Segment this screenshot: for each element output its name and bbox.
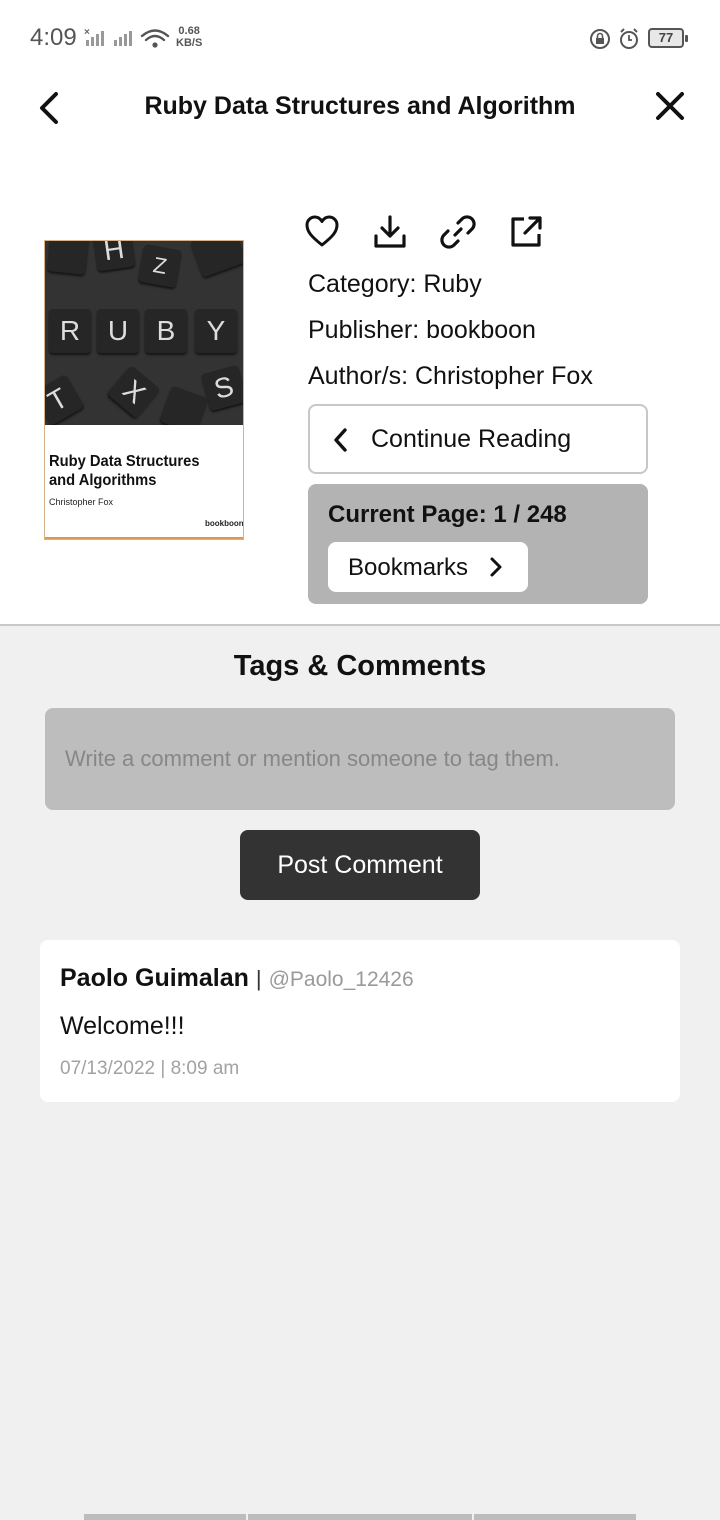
close-button[interactable] <box>646 86 694 130</box>
back-button[interactable] <box>30 86 70 130</box>
svg-text:×: × <box>84 27 90 38</box>
open-external-button[interactable] <box>506 210 546 254</box>
status-time: 4:09 <box>30 24 77 51</box>
chevron-left-icon <box>40 92 58 124</box>
cover-tile: S <box>200 364 243 412</box>
cover-tile: T <box>45 374 84 426</box>
comment-author-handle[interactable]: @Paolo_12426 <box>269 968 414 991</box>
cover-tile: Y <box>195 309 237 353</box>
comment-author: Paolo Guimalan | @Paolo_12426 <box>60 964 414 993</box>
continue-reading-label: Continue Reading <box>371 425 572 453</box>
cover-author: Christopher Fox <box>49 497 114 507</box>
nav-bar-segment <box>248 1514 472 1520</box>
heart-icon <box>305 215 339 247</box>
comment-input[interactable] <box>45 708 675 810</box>
external-link-icon <box>511 216 542 247</box>
cover-tile: H <box>92 241 136 272</box>
cover-tile: X <box>107 365 161 419</box>
comment-separator: | <box>255 966 262 991</box>
network-speed: 0.68 KB/S <box>176 25 203 49</box>
page-title: Ruby Data Structures and Algorithm <box>144 92 576 120</box>
favorite-button[interactable] <box>302 210 342 254</box>
reading-progress-box: Current Page: 1 / 248 Bookmarks <box>308 484 648 604</box>
signal-icons: × <box>84 27 170 48</box>
section-title: Tags & Comments <box>233 650 487 682</box>
section-divider <box>0 624 720 626</box>
book-category: Category: Ruby <box>308 270 482 298</box>
nav-bar-segment <box>474 1514 636 1520</box>
cover-image: H Z R U B Y T X S <box>45 241 243 435</box>
current-page-label: Current Page: 1 / 248 <box>328 501 567 528</box>
cover-info: Ruby Data Structures and Algorithms Chri… <box>45 425 244 539</box>
close-icon <box>656 92 684 120</box>
lock-alarm-icons <box>590 28 638 49</box>
cover-tile: B <box>145 309 187 353</box>
book-cover[interactable]: H Z R U B Y T X S Ruby Data Structures a… <box>44 240 244 540</box>
chevron-left-icon <box>334 428 347 452</box>
comment-text: Welcome!!! <box>60 1012 185 1040</box>
nav-bar-segment <box>84 1514 246 1520</box>
copy-link-button[interactable] <box>438 210 478 254</box>
download-icon <box>374 215 406 248</box>
cover-tile: R <box>49 309 91 353</box>
book-author: Author/s: Christopher Fox <box>308 362 593 390</box>
chevron-right-icon <box>490 557 502 577</box>
bookmarks-button[interactable]: Bookmarks <box>328 542 528 592</box>
bottom-nav-hint <box>84 1514 636 1520</box>
bookmarks-label: Bookmarks <box>348 554 469 581</box>
cover-publisher-logo: bookboon <box>205 519 244 528</box>
comment-timestamp: 07/13/2022 | 8:09 am <box>60 1058 240 1079</box>
post-comment-button[interactable]: Post Comment <box>240 830 480 900</box>
cover-tile: U <box>97 309 139 353</box>
comment-author-name: Paolo Guimalan <box>60 964 249 992</box>
status-bar: 4:09 × 0.68 KB/S 77 <box>0 0 720 76</box>
book-publisher: Publisher: bookboon <box>308 316 536 344</box>
cover-tile: Z <box>137 243 183 289</box>
cover-title: Ruby Data Structures and Algorithms <box>49 453 200 489</box>
download-button[interactable] <box>370 210 410 254</box>
battery-indicator: 77 <box>648 28 688 48</box>
comment-card: Paolo Guimalan | @Paolo_12426 Welcome!!!… <box>40 940 680 1102</box>
continue-reading-button[interactable]: Continue Reading <box>308 404 648 474</box>
cover-accent-bar <box>45 537 243 539</box>
cover-tile <box>189 241 243 278</box>
cover-tile <box>47 241 89 275</box>
link-icon <box>440 215 476 249</box>
